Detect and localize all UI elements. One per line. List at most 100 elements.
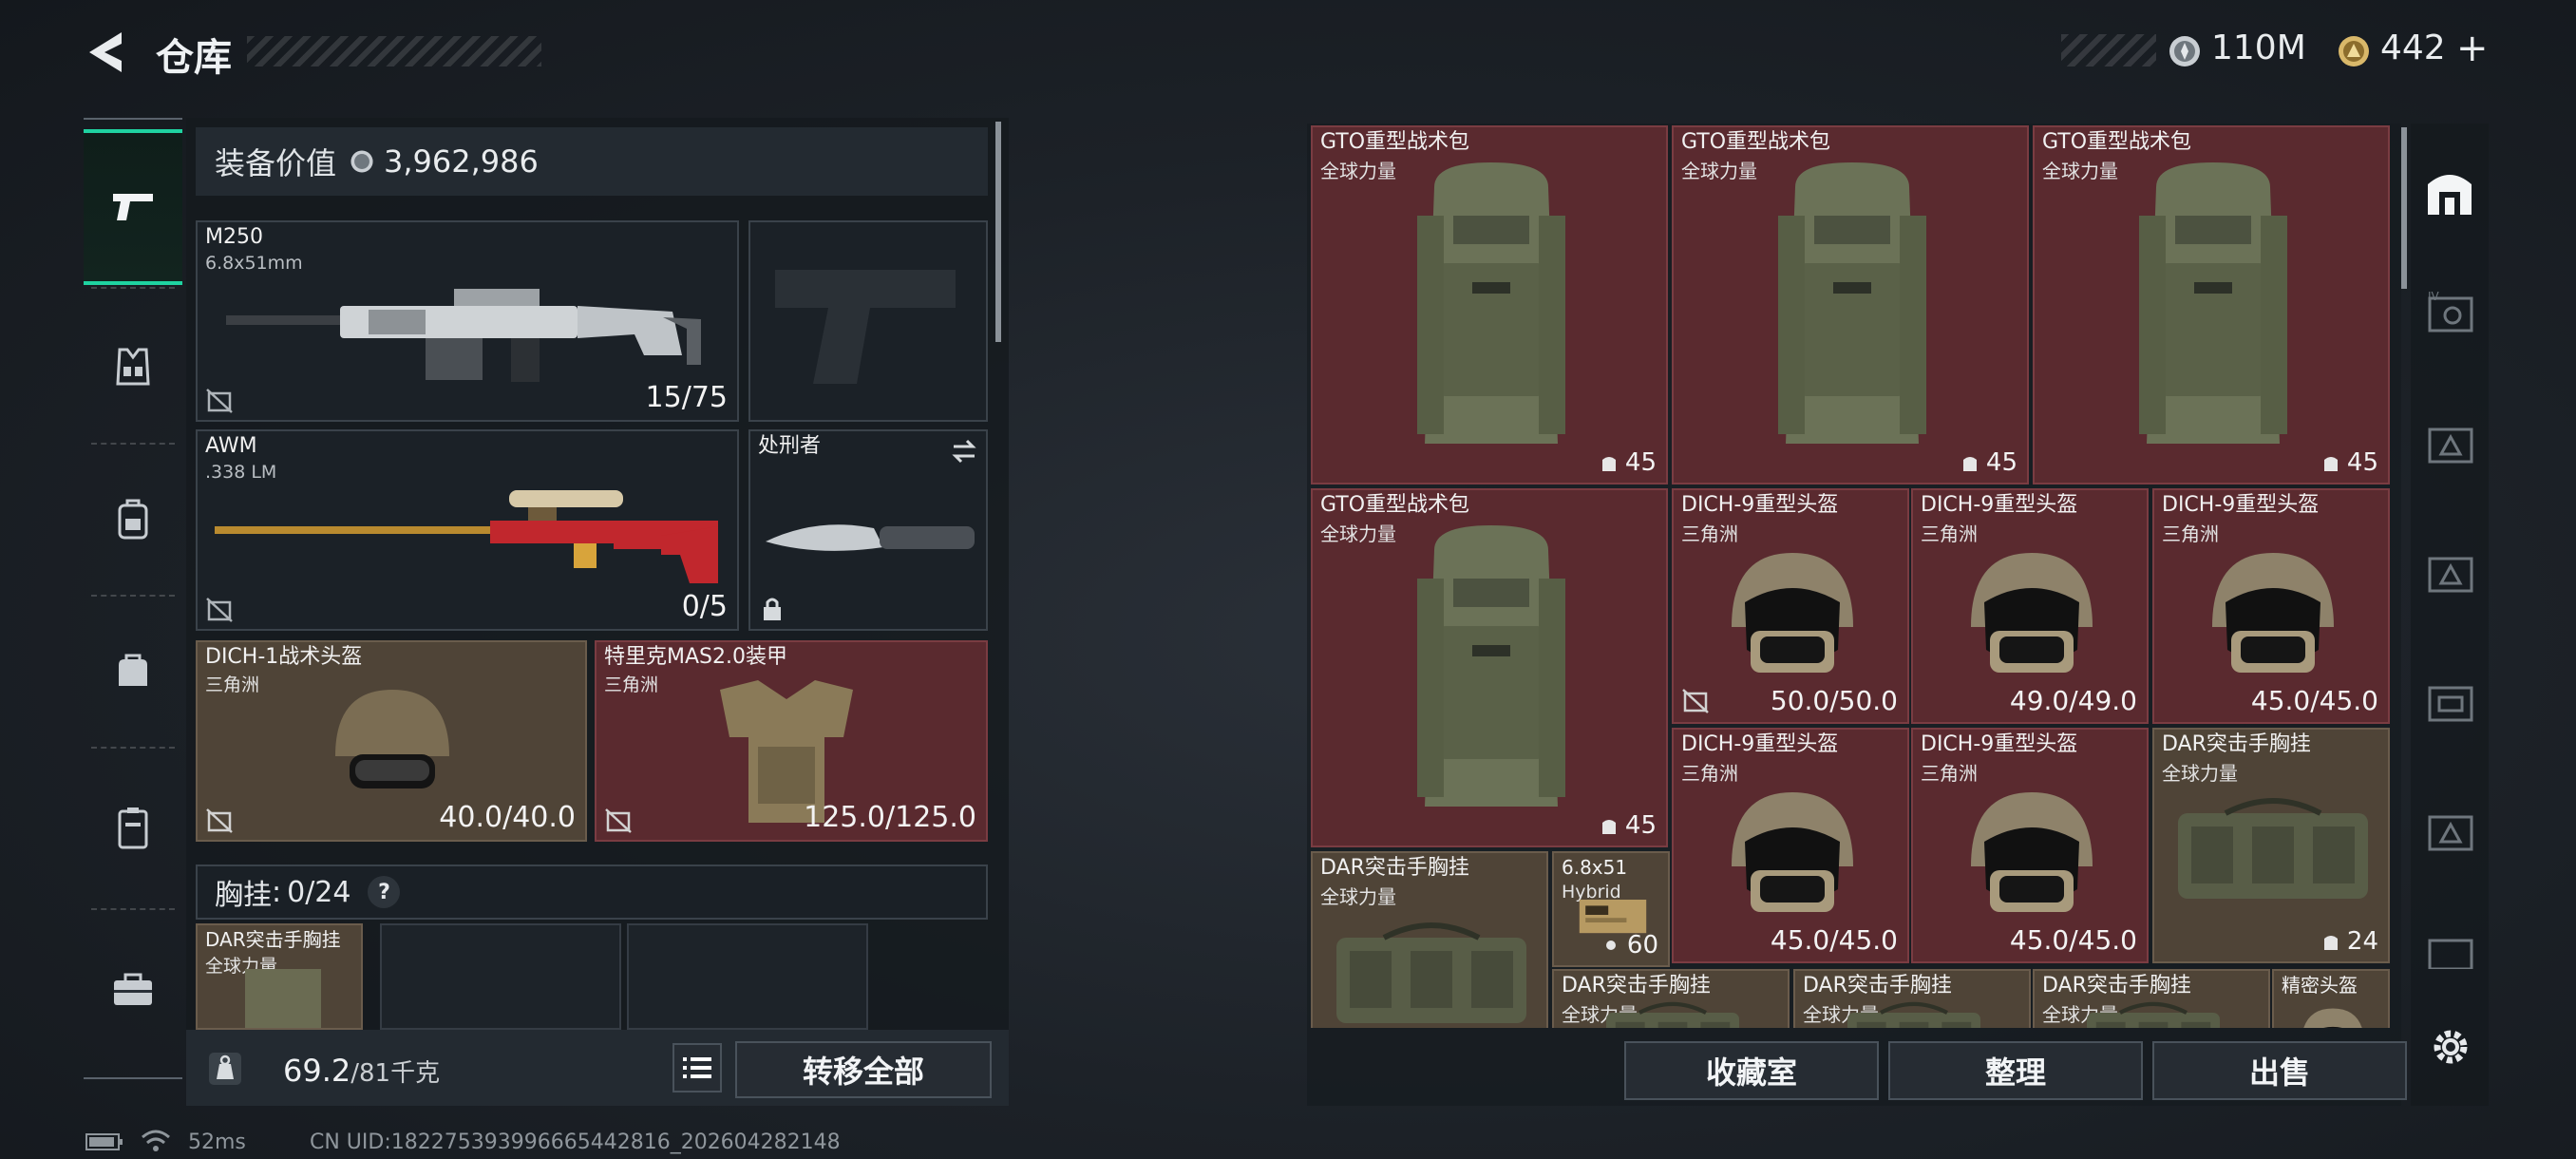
storage-scrollbar[interactable] bbox=[2401, 127, 2407, 289]
sell-button[interactable]: 出售 bbox=[2152, 1041, 2407, 1100]
rig-image bbox=[1327, 919, 1536, 1028]
category-nav bbox=[84, 118, 182, 1079]
storage-item-slot[interactable]: DICH-9重型头盔 三角洲 50.0/50.0 bbox=[1672, 488, 1909, 724]
rig-image bbox=[2049, 999, 2258, 1028]
storage-box-icon[interactable] bbox=[2424, 806, 2477, 859]
chest-rig-label: 胸挂 bbox=[215, 879, 272, 912]
storage-box-icon[interactable] bbox=[2424, 931, 2477, 969]
storage-item-slot[interactable]: 6.8x51 Hybrid 60 bbox=[1552, 851, 1670, 967]
gold-currency-value: 442 bbox=[2380, 28, 2446, 67]
storage-item-slot[interactable]: DICH-9重型头盔 三角洲 45.0/45.0 bbox=[1672, 728, 1909, 963]
gun-icon bbox=[109, 188, 157, 226]
storage-item-slot[interactable]: DAR突击手胸挂 全球力量 bbox=[2033, 969, 2270, 1028]
storage-item-slot[interactable]: GTO重型战术包 全球力量 45 bbox=[2033, 125, 2390, 484]
storage-item-slot[interactable]: GTO重型战术包 全球力量 45 bbox=[1311, 125, 1668, 484]
toolbox-icon bbox=[112, 971, 154, 1007]
warehouse-tab-icon[interactable] bbox=[2422, 163, 2477, 218]
storage-item-slot[interactable]: DICH-9重型头盔 三角洲 45.0/45.0 bbox=[2152, 488, 2390, 724]
storage-item-slot[interactable]: DICH-9重型头盔 三角洲 45.0/45.0 bbox=[1911, 728, 2149, 963]
item-name: DAR突击手胸挂 bbox=[1803, 974, 1952, 998]
weight-max: /81千克 bbox=[350, 1059, 441, 1088]
stack-count: 60 bbox=[1601, 931, 1658, 960]
gold-coin-icon bbox=[2337, 34, 2371, 68]
settings-gear-icon[interactable] bbox=[2428, 1024, 2473, 1070]
help-icon[interactable]: ? bbox=[368, 876, 401, 908]
add-currency-button[interactable]: + bbox=[2456, 27, 2489, 70]
durability: 49.0/49.0 bbox=[2009, 685, 2137, 716]
transfer-all-button[interactable]: 转移全部 bbox=[735, 1041, 992, 1098]
item-name: DAR突击手胸挂 bbox=[2042, 974, 2191, 998]
case-icon bbox=[116, 806, 150, 849]
swap-arrows-icon[interactable] bbox=[950, 437, 978, 466]
item-name: DAR突击手胸挂 bbox=[205, 928, 341, 951]
stack-count: 45 bbox=[2320, 448, 2378, 477]
rig-image bbox=[1568, 999, 1777, 1028]
storage-item-slot[interactable]: DICH-9重型头盔 三角洲 49.0/49.0 bbox=[1911, 488, 2149, 724]
backpack-image bbox=[2118, 159, 2308, 463]
empty-rig-slot[interactable] bbox=[627, 923, 868, 1030]
item-name: DAR突击手胸挂 bbox=[1320, 856, 1469, 880]
item-region: 全球力量 bbox=[1681, 160, 1757, 182]
title-stripe-decoration bbox=[247, 36, 541, 66]
storage-box-icon[interactable] bbox=[2424, 418, 2477, 471]
item-name: DICH-9重型头盔 bbox=[1681, 493, 1839, 517]
dot-icon bbox=[1601, 935, 1621, 956]
item-name: DICH-9重型头盔 bbox=[1921, 732, 2078, 756]
primary-weapon-slot[interactable]: M250 6.8x51mm 15/75 bbox=[196, 220, 739, 422]
nav-weapons[interactable] bbox=[84, 129, 182, 285]
item-name: GTO重型战术包 bbox=[2042, 130, 2192, 154]
durability: 45.0/45.0 bbox=[1770, 924, 1898, 956]
storage-box-icon[interactable] bbox=[2424, 547, 2477, 600]
storage-item-slot[interactable]: DAR突击手胸挂 全球力量 bbox=[1793, 969, 2031, 1028]
nav-chest-rig[interactable] bbox=[84, 300, 182, 433]
helmet-image bbox=[1716, 536, 1868, 688]
item-name: DICH-1战术头盔 bbox=[205, 645, 363, 669]
storage-grid: GTO重型战术包 全球力量 45 GTO重型战术包 全球力量 45 GTO重型战术包 全球力量… bbox=[1311, 125, 2392, 1028]
nav-backpack[interactable] bbox=[84, 452, 182, 585]
capacity-icon bbox=[2320, 452, 2341, 473]
equipment-value-label: 装备价值 bbox=[215, 145, 337, 181]
vest-icon bbox=[2320, 931, 2341, 952]
durability: 40.0/40.0 bbox=[439, 801, 576, 834]
durability: 45.0/45.0 bbox=[2250, 685, 2378, 716]
weight-current: 69.2 bbox=[283, 1053, 351, 1089]
nav-secure-case[interactable] bbox=[84, 756, 182, 899]
item-region: 全球力量 bbox=[2042, 160, 2118, 182]
secondary-weapon-slot[interactable]: AWM .338 LM 0/5 bbox=[196, 429, 739, 631]
equipment-scrollbar[interactable] bbox=[995, 122, 1001, 342]
currency-stripe-decoration bbox=[2061, 34, 2156, 66]
item-name: M250 bbox=[205, 225, 263, 249]
silver-coin-icon bbox=[2168, 34, 2202, 68]
chest-rig-item[interactable]: DAR突击手胸挂 全球力量 bbox=[196, 923, 363, 1030]
item-name: DAR突击手胸挂 bbox=[1562, 974, 1711, 998]
storage-box-iv-icon[interactable]: IV bbox=[2424, 287, 2477, 340]
melee-slot[interactable]: 处刑者 bbox=[748, 429, 988, 631]
weight-display: 69.2/81千克 bbox=[283, 1053, 440, 1089]
item-region: 三角洲 bbox=[205, 674, 260, 695]
nav-pouch[interactable] bbox=[84, 604, 182, 737]
organize-button[interactable]: 整理 bbox=[1888, 1041, 2143, 1100]
helmet-image bbox=[1956, 775, 2108, 927]
unlocked-slot-icon bbox=[1681, 686, 1710, 714]
storage-item-slot[interactable]: DAR突击手胸挂 全球力量 bbox=[1311, 851, 1548, 1028]
storage-item-slot[interactable]: 精密头盔 bbox=[2272, 969, 2390, 1028]
storage-item-slot[interactable]: DAR突击手胸挂 全球力量 bbox=[1552, 969, 1790, 1028]
storage-box-icon[interactable] bbox=[2424, 676, 2477, 730]
armor-slot[interactable]: 特里克MAS2.0装甲 三角洲 125.0/125.0 bbox=[595, 640, 988, 842]
back-icon[interactable] bbox=[84, 28, 129, 76]
storage-item-slot[interactable]: DAR突击手胸挂 全球力量 24 bbox=[2152, 728, 2390, 963]
nav-toolbox[interactable] bbox=[84, 918, 182, 1060]
collection-room-button[interactable]: 收藏室 bbox=[1624, 1041, 1879, 1100]
list-view-button[interactable] bbox=[672, 1043, 722, 1092]
empty-rig-slot[interactable] bbox=[380, 923, 621, 1030]
item-name: GTO重型战术包 bbox=[1320, 130, 1470, 154]
item-name: 精密头盔 bbox=[2282, 974, 2358, 997]
helmet-slot[interactable]: DICH-1战术头盔 三角洲 40.0/40.0 bbox=[196, 640, 587, 842]
count-value: 24 bbox=[2346, 927, 2378, 956]
durability: 125.0/125.0 bbox=[804, 801, 976, 834]
rig-image bbox=[2169, 794, 2377, 908]
storage-item-slot[interactable]: GTO重型战术包 全球力量 45 bbox=[1672, 125, 2029, 484]
capacity-icon bbox=[1599, 815, 1619, 836]
storage-item-slot[interactable]: GTO重型战术包 全球力量 45 bbox=[1311, 488, 1668, 847]
pistol-slot[interactable] bbox=[748, 220, 988, 422]
